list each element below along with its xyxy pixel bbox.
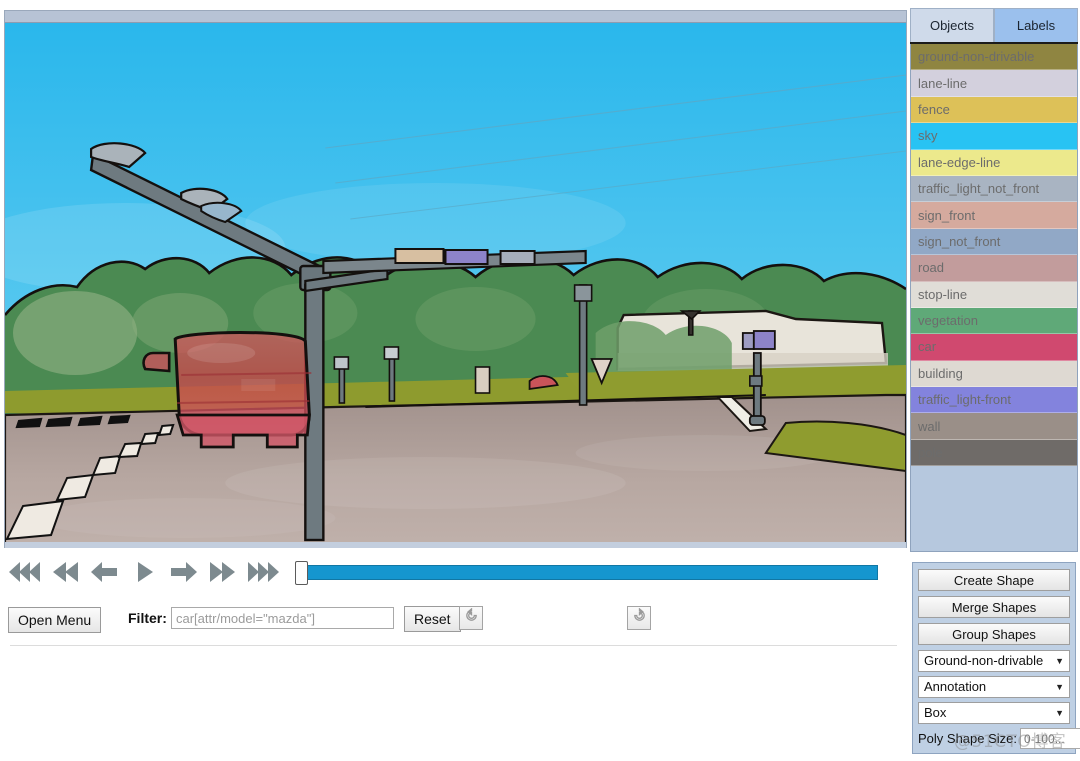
- label-select-value: Ground-non-drivable: [924, 653, 1043, 668]
- annotation-app: Open Menu Filter: Reset None None: [0, 0, 1080, 761]
- annotation-type-value: Annotation: [924, 679, 986, 694]
- label-row[interactable]: stop-line: [911, 282, 1077, 308]
- label-row-text: wall: [918, 419, 940, 434]
- label-row[interactable]: sky: [911, 123, 1077, 149]
- shape-type-select[interactable]: Box ▼: [918, 702, 1070, 724]
- forward-button[interactable]: [204, 555, 244, 589]
- chevron-down-icon: ▼: [1055, 651, 1064, 672]
- region-sign-front: [395, 249, 443, 263]
- region-traffic-light-not-front: [501, 251, 535, 264]
- double-right-arrow-icon: [209, 559, 239, 585]
- label-row-text: sky: [918, 128, 938, 143]
- filter-label: Filter:: [128, 610, 167, 626]
- right-arrow-icon: [170, 559, 198, 585]
- playback-controls: [4, 552, 907, 592]
- region-traffic-light-front: [445, 250, 487, 264]
- shape-tools-panel: Create Shape Merge Shapes Group Shapes G…: [912, 562, 1076, 754]
- play-icon: [132, 559, 156, 585]
- right-panel: Objects Labels ground-non-drivable lane-l…: [910, 8, 1078, 556]
- redo-arrow-icon: [632, 608, 647, 628]
- panel-tabs: Objects Labels: [910, 8, 1078, 44]
- poly-shape-size-row: Poly Shape Size:: [918, 728, 1070, 749]
- triple-left-arrow-icon: [7, 559, 41, 585]
- label-row[interactable]: vegetation: [911, 308, 1077, 334]
- poly-shape-size-label: Poly Shape Size:: [918, 731, 1017, 746]
- label-row-text: traffic_light-front: [918, 392, 1011, 407]
- label-row[interactable]: traffic_light_not_front: [911, 176, 1077, 202]
- open-menu-button[interactable]: Open Menu: [8, 607, 101, 633]
- canvas-container: [4, 10, 907, 548]
- label-row-text: car: [918, 339, 936, 354]
- next-frame-button[interactable]: [164, 555, 204, 589]
- label-row-text: lane-edge-line: [918, 155, 1000, 170]
- label-row-text: sign_not_front: [918, 234, 1000, 249]
- label-row[interactable]: fence: [911, 97, 1077, 123]
- undo-arrow-icon: [464, 608, 479, 628]
- play-button[interactable]: [124, 555, 164, 589]
- filter-input[interactable]: [171, 607, 394, 629]
- chevron-down-icon: ▼: [1055, 703, 1064, 724]
- label-row[interactable]: ground-non-drivable: [911, 44, 1077, 70]
- frame-slider-handle[interactable]: [295, 561, 308, 585]
- undo-button[interactable]: [459, 606, 483, 630]
- scene-svg: [5, 23, 906, 548]
- label-row[interactable]: car: [911, 334, 1077, 360]
- label-row[interactable]: sign_front: [911, 202, 1077, 228]
- redo-button[interactable]: [627, 606, 651, 630]
- label-row[interactable]: building: [911, 361, 1077, 387]
- labels-list[interactable]: ground-non-drivable lane-line fence sky lane…: [910, 44, 1078, 552]
- canvas-scrollbar[interactable]: [5, 11, 906, 23]
- shape-type-value: Box: [924, 705, 946, 720]
- previous-frame-button[interactable]: [84, 555, 124, 589]
- label-row-text: stop-line: [918, 287, 967, 302]
- label-select[interactable]: Ground-non-drivable ▼: [918, 650, 1070, 672]
- tab-labels[interactable]: Labels: [994, 8, 1078, 42]
- label-row-text: sign_front: [918, 208, 975, 223]
- label-row-text: vegetation: [918, 313, 978, 328]
- label-row-text: pole: [918, 445, 943, 460]
- annotation-type-select[interactable]: Annotation ▼: [918, 676, 1070, 698]
- rewind-button[interactable]: [44, 555, 84, 589]
- label-row[interactable]: pole: [911, 440, 1077, 466]
- create-shape-button[interactable]: Create Shape: [918, 569, 1070, 591]
- label-row-text: lane-line: [918, 76, 967, 91]
- frame-slider[interactable]: [290, 561, 880, 583]
- toolbar-divider: [10, 645, 897, 646]
- merge-shapes-button[interactable]: Merge Shapes: [918, 596, 1070, 618]
- label-row[interactable]: lane-edge-line: [911, 150, 1077, 176]
- label-row[interactable]: sign_not_front: [911, 229, 1077, 255]
- label-row-text: fence: [918, 102, 950, 117]
- label-row[interactable]: lane-line: [911, 70, 1077, 96]
- first-frame-button[interactable]: [4, 555, 44, 589]
- label-row[interactable]: road: [911, 255, 1077, 281]
- label-row[interactable]: traffic_light-front: [911, 387, 1077, 413]
- triple-right-arrow-icon: [247, 559, 281, 585]
- reset-button[interactable]: Reset: [404, 606, 461, 632]
- toolbar: Open Menu Filter: Reset None None: [0, 600, 907, 640]
- annotation-canvas[interactable]: [5, 23, 906, 548]
- last-frame-button[interactable]: [244, 555, 284, 589]
- settings-bar: Fill Opacity: Black Stroke: Color by: In…: [0, 655, 907, 695]
- label-row-text: building: [918, 366, 963, 381]
- double-left-arrow-icon: [49, 559, 79, 585]
- group-shapes-button[interactable]: Group Shapes: [918, 623, 1070, 645]
- label-row-text: ground-non-drivable: [918, 49, 1034, 64]
- poly-shape-size-input[interactable]: [1020, 728, 1080, 749]
- tab-objects[interactable]: Objects: [910, 8, 994, 42]
- label-row[interactable]: wall: [911, 413, 1077, 439]
- frame-slider-track[interactable]: [298, 565, 878, 580]
- chevron-down-icon: ▼: [1055, 677, 1064, 698]
- label-row-text: road: [918, 260, 944, 275]
- left-arrow-icon: [90, 559, 118, 585]
- label-row-text: traffic_light_not_front: [918, 181, 1039, 196]
